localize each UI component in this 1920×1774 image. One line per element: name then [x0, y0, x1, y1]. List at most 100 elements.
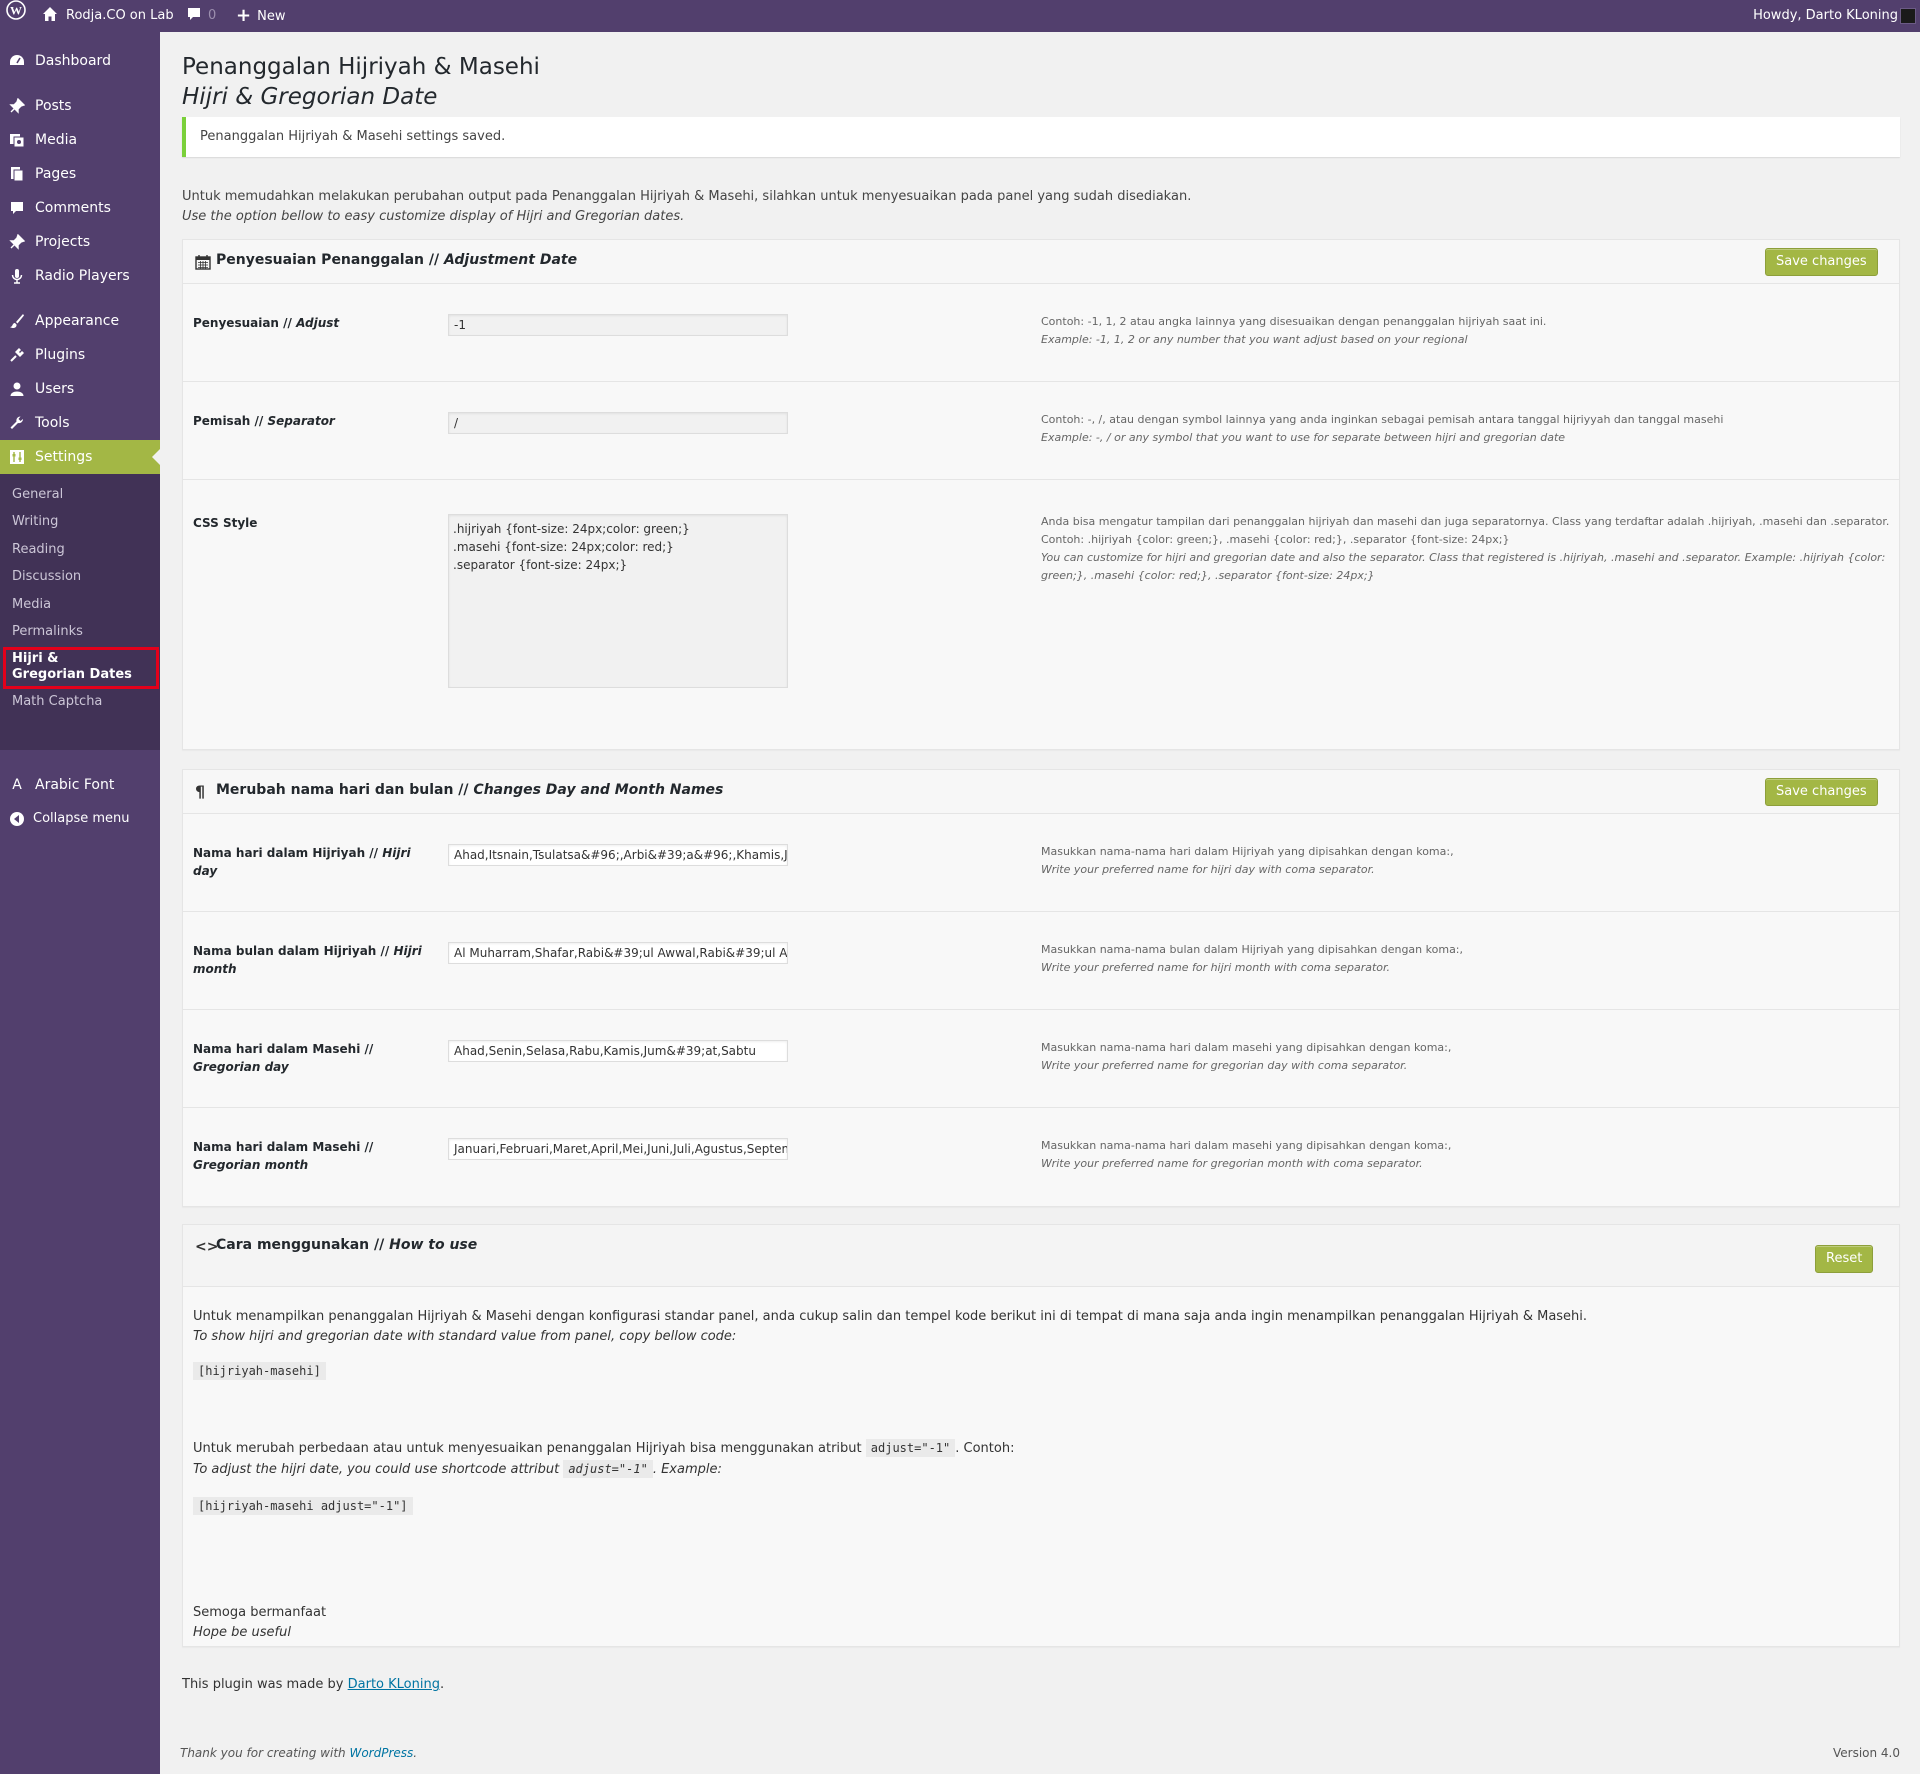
sidebar-item-plugins[interactable]: Plugins — [0, 338, 160, 372]
user-account-link[interactable]: Howdy, Darto KLoning — [1753, 0, 1898, 32]
sidebar-item-label: Users — [35, 381, 75, 397]
desc-en: Write your preferred name for gregorian … — [1041, 1157, 1423, 1170]
sidebar-item-label: Dashboard — [35, 53, 111, 69]
desc-en: Example: -, / or any symbol that you wan… — [1041, 431, 1566, 444]
new-content-link[interactable]: + New — [236, 0, 285, 32]
submenu-item-discussion[interactable]: Discussion — [12, 568, 81, 586]
sidebar-item-media[interactable]: Media — [0, 123, 160, 157]
site-name-label: Rodja.CO on Lab — [66, 8, 174, 23]
adjust-input[interactable]: -1 — [448, 314, 788, 336]
desc-en: Write your preferred name for hijri day … — [1041, 863, 1375, 876]
site-name-link[interactable]: Rodja.CO on Lab — [42, 0, 174, 32]
submenu-item-permalinks[interactable]: Permalinks — [12, 623, 83, 641]
sidebar-item-label: Arabic Font — [35, 777, 115, 793]
desc-en: Example: -1, 1, 2 or any number that you… — [1041, 333, 1468, 346]
sidebar-item-radio-players[interactable]: Radio Players — [0, 259, 160, 293]
desc-id: Masukkan nama-nama hari dalam masehi yan… — [1041, 1139, 1452, 1152]
sidebar-item-projects[interactable]: Projects — [0, 225, 160, 259]
sidebar-item-comments[interactable]: Comments — [0, 191, 160, 225]
sidebar-item-tools[interactable]: Tools — [0, 406, 160, 440]
gregorian-month-description: Masukkan nama-nama hari dalam masehi yan… — [1041, 1137, 1901, 1173]
hijri-day-label: Nama hari dalam Hijriyah // Hijri day — [193, 844, 433, 880]
sidebar-item-settings[interactable]: Settings — [0, 440, 160, 474]
comment-icon — [188, 8, 200, 20]
desc-id: Masukkan nama-nama hari dalam Hijriyah y… — [1041, 845, 1454, 858]
adjust-attribute-code: adjust="-1" — [563, 1460, 653, 1478]
gregorian-month-row: Nama hari dalam Masehi // Gregorian mont… — [183, 1108, 1899, 1206]
label-id: Penyesuaian // — [193, 316, 292, 330]
hijri-day-input[interactable]: Ahad,Itsnain,Tsulatsa&#96;,Arbi&#39;a&#9… — [448, 844, 788, 866]
sidebar-item-label: Plugins — [35, 347, 86, 363]
collapse-icon — [10, 812, 24, 826]
hijri-month-input[interactable]: Al Muharram,Shafar,Rabi&#39;ul Awwal,Rab… — [448, 942, 788, 964]
comment-icon — [11, 202, 23, 214]
panel-title-en: How to use — [389, 1237, 478, 1253]
shortcode-basic: [hijriyah-masehi] — [193, 1362, 326, 1380]
css-style-textarea[interactable]: .hijriyah {font-size: 24px;color: green;… — [448, 514, 788, 688]
pin-icon — [9, 234, 25, 250]
gregorian-month-input[interactable]: Januari,Februari,Maret,April,Mei,Juni,Ju… — [448, 1138, 788, 1160]
sidebar-item-users[interactable]: Users — [0, 372, 160, 406]
settings-saved-notice: Penanggalan Hijriyah & Masehi settings s… — [182, 117, 1900, 157]
shortcode-adjust: [hijriyah-masehi adjust="-1"] — [193, 1497, 413, 1515]
separator-row: Pemisah // Separator / Contoh: -, /, ata… — [183, 382, 1899, 480]
howto-p2-en-a: To adjust the hijri date, you could use … — [193, 1462, 560, 1477]
desc-en: Write your preferred name for gregorian … — [1041, 1059, 1408, 1072]
sidebar-item-label: Pages — [35, 166, 77, 182]
paragraph-icon: ¶ — [195, 782, 206, 801]
howto-panel-title: Cara menggunakan // How to use — [216, 1237, 477, 1253]
howto-body: Untuk menampilkan penanggalan Hijriyah &… — [193, 1307, 1883, 1643]
sidebar-item-label: Collapse menu — [33, 811, 130, 826]
hijri-month-row: Nama bulan dalam Hijriyah // Hijri month… — [183, 912, 1899, 1010]
submenu-item-math-captcha[interactable]: Math Captcha — [12, 693, 102, 711]
svg-text:W: W — [10, 4, 22, 18]
desc-id: Masukkan nama-nama bulan dalam Hijriyah … — [1041, 943, 1464, 956]
gregorian-day-label: Nama hari dalam Masehi // Gregorian day — [193, 1040, 433, 1076]
separator-input[interactable]: / — [448, 412, 788, 434]
thanks-prefix: Thank you for creating with — [180, 1746, 346, 1760]
page-title: Penanggalan Hijriyah & Masehi — [182, 54, 540, 80]
separator-label: Pemisah // Separator — [193, 412, 433, 430]
submenu-item-media[interactable]: Media — [12, 596, 51, 614]
panel-title-en: Adjustment Date — [444, 252, 578, 268]
hijri-month-label: Nama bulan dalam Hijriyah // Hijri month — [193, 942, 433, 978]
save-changes-button[interactable]: Save changes — [1765, 248, 1878, 276]
sidebar-item-posts[interactable]: Posts — [0, 89, 160, 123]
author-link[interactable]: Darto KLoning — [348, 1677, 440, 1692]
sidebar-item-label: Media — [35, 132, 78, 148]
submenu-item-writing[interactable]: Writing — [12, 513, 58, 531]
submenu-item-general[interactable]: General — [12, 486, 63, 504]
desc-id: Contoh: -, /, atau dengan symbol lainnya… — [1041, 413, 1724, 426]
gregorian-day-input[interactable]: Ahad,Senin,Selasa,Rabu,Kamis,Jum&#39;at,… — [448, 1040, 788, 1062]
separator-description: Contoh: -, /, atau dengan symbol lainnya… — [1041, 411, 1901, 447]
sidebar-item-arabic-font[interactable]: A Arabic Font — [0, 768, 160, 802]
wordpress-link[interactable]: WordPress — [349, 1746, 413, 1760]
collapse-menu-button[interactable]: Collapse menu — [0, 802, 160, 836]
highlight-box — [3, 647, 159, 689]
sidebar-item-label: Posts — [35, 98, 72, 114]
css-style-row: CSS Style .hijriyah {font-size: 24px;col… — [183, 480, 1899, 749]
admin-sidebar: Dashboard Posts Media Pages Comments Pro… — [0, 32, 160, 1774]
settings-submenu: General Writing Reading Discussion Media… — [0, 474, 160, 750]
howto-p1-id: Untuk menampilkan penanggalan Hijriyah &… — [193, 1309, 1588, 1324]
comments-link[interactable]: 0 — [186, 0, 216, 32]
settings-icon — [10, 450, 24, 464]
microphone-icon — [11, 269, 23, 284]
plus-icon: + — [236, 5, 252, 26]
wordpress-logo-icon[interactable]: W — [6, 0, 28, 32]
avatar[interactable] — [1900, 8, 1916, 24]
intro-text-id: Untuk memudahkan melakukan perubahan out… — [182, 189, 1192, 204]
gregorian-month-label: Nama hari dalam Masehi // Gregorian mont… — [193, 1138, 433, 1174]
sidebar-item-appearance[interactable]: Appearance — [0, 304, 160, 338]
howto-p1-en: To show hijri and gregorian date with st… — [193, 1329, 737, 1344]
desc-id: Masukkan nama-nama hari dalam masehi yan… — [1041, 1041, 1452, 1054]
submenu-item-reading[interactable]: Reading — [12, 541, 65, 559]
sidebar-item-dashboard[interactable]: Dashboard — [0, 44, 160, 78]
sidebar-item-pages[interactable]: Pages — [0, 157, 160, 191]
save-changes-button[interactable]: Save changes — [1765, 778, 1878, 806]
reset-button[interactable]: Reset — [1815, 1245, 1874, 1273]
version-label: Version 4.0 — [1832, 1746, 1900, 1760]
howto-p2-id-b: . Contoh: — [955, 1441, 1015, 1456]
plug-icon — [10, 348, 24, 362]
howto-panel: <> Cara menggunakan // How to use Reset … — [182, 1224, 1900, 1647]
